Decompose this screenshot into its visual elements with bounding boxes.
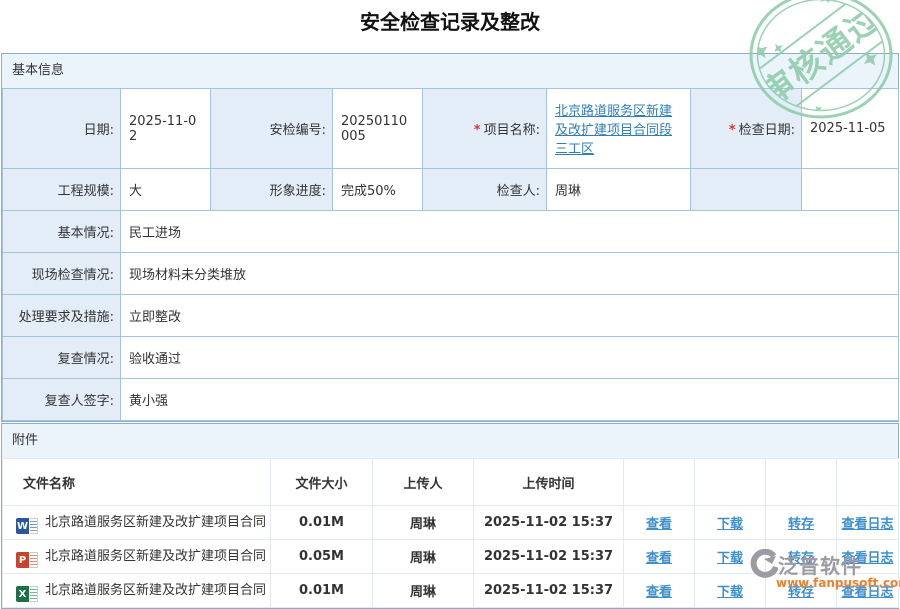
basic-info-section-header: 基本信息 <box>2 54 898 88</box>
field-value-site-inspection: 现场材料未分类堆放 <box>121 253 899 295</box>
basic-info-row: 工程规模:大形象进度:完成50%检查人:周琳 <box>3 169 899 211</box>
field-label-measures: 处理要求及措施: <box>3 295 121 337</box>
field-value-review-signature: 黄小强 <box>121 379 899 421</box>
field-value-inspection-no: 20250110005 <box>333 89 423 169</box>
attachment-file-size: 0.05M <box>271 540 373 574</box>
attachment-upload-time: 2025-11-02 15:37 <box>474 574 624 608</box>
field-label-inspection-no: 安检编号: <box>211 89 333 169</box>
project-name-link[interactable]: 北京路道服务区新建及改扩建项目合同段三工区 <box>555 104 672 157</box>
field-value-measures: 立即整改 <box>121 295 899 337</box>
attachment-action-cell: 转存 <box>766 540 837 574</box>
attachments-section-header: 附件 <box>2 424 898 458</box>
word-file-icon: W <box>16 518 38 534</box>
basic-info-row: 复查人签字:黄小强 <box>3 379 899 421</box>
attachment-action-cell: 下载 <box>695 540 766 574</box>
required-marker: * <box>474 123 481 138</box>
save-as-link[interactable]: 转存 <box>788 551 814 566</box>
field-label-date: 日期: <box>3 89 121 169</box>
ppt-file-icon: P <box>16 552 38 568</box>
field-value-inspector: 周琳 <box>547 169 691 211</box>
attachments-col-header-empty <box>695 459 766 506</box>
attachments-col-header: 上传人 <box>373 459 474 506</box>
attachments-table: 文件名称文件大小上传人上传时间 W北京路道服务区新建及改扩建项目合同0.01M周… <box>2 458 899 608</box>
view-link[interactable]: 查看 <box>646 585 672 600</box>
save-as-link[interactable]: 转存 <box>788 585 814 600</box>
download-link[interactable]: 下载 <box>717 585 743 600</box>
attachment-file-name: W北京路道服务区新建及改扩建项目合同 <box>3 506 271 540</box>
field-label-progress: 形象进度: <box>211 169 333 211</box>
file-icon-letter: W <box>16 518 29 534</box>
attachment-action-cell: 查看 <box>624 506 695 540</box>
file-icon-page <box>30 518 38 534</box>
attachments-col-header-empty <box>624 459 695 506</box>
attachment-action-cell: 查看 <box>624 540 695 574</box>
attachment-action-cell: 下载 <box>695 506 766 540</box>
attachment-action-cell: 查看日志 <box>837 506 899 540</box>
basic-info-row: 基本情况:民工进场 <box>3 211 899 253</box>
field-value-inspection-date: 2025-11-05 <box>802 89 899 169</box>
field-value-basic-situation: 民工进场 <box>121 211 899 253</box>
attachment-file-name: P北京路道服务区新建及改扩建项目合同 <box>3 540 271 574</box>
attachments-section: 附件 文件名称文件大小上传人上传时间 W北京路道服务区新建及改扩建项目合同0.0… <box>1 423 899 609</box>
attachment-action-cell: 查看日志 <box>837 540 899 574</box>
field-label-basic-situation: 基本情况: <box>3 211 121 253</box>
basic-info-row: 复查情况:验收通过 <box>3 337 899 379</box>
view-link[interactable]: 查看 <box>646 551 672 566</box>
basic-info-table: 日期:2025-11-02安检编号:20250110005*项目名称:北京路道服… <box>2 88 899 421</box>
attachments-col-header: 文件名称 <box>3 459 271 506</box>
field-value-progress: 完成50% <box>333 169 423 211</box>
field-label-inspection-date: *检查日期: <box>691 89 802 169</box>
download-link[interactable]: 下载 <box>717 551 743 566</box>
attachment-action-cell: 查看日志 <box>837 574 899 608</box>
field-label-blank <box>691 169 802 211</box>
attachment-file-size: 0.01M <box>271 574 373 608</box>
page-title: 安全检查记录及整改 <box>0 6 900 35</box>
view-log-link[interactable]: 查看日志 <box>841 585 893 600</box>
field-value-blank <box>802 169 899 211</box>
attachment-upload-time: 2025-11-02 15:37 <box>474 540 624 574</box>
field-value-project-name: 北京路道服务区新建及改扩建项目合同段三工区 <box>547 89 691 169</box>
view-log-link[interactable]: 查看日志 <box>841 517 893 532</box>
field-label-inspector: 检查人: <box>423 169 547 211</box>
basic-info-row: 现场检查情况:现场材料未分类堆放 <box>3 253 899 295</box>
field-label-project-scale: 工程规模: <box>3 169 121 211</box>
attachments-col-header-empty <box>837 459 899 506</box>
view-link[interactable]: 查看 <box>646 517 672 532</box>
file-icon-page <box>30 552 38 568</box>
basic-info-row: 处理要求及措施:立即整改 <box>3 295 899 337</box>
attachment-action-cell: 下载 <box>695 574 766 608</box>
save-as-link[interactable]: 转存 <box>788 517 814 532</box>
field-value-project-scale: 大 <box>121 169 211 211</box>
field-value-review-result: 验收通过 <box>121 337 899 379</box>
field-label-review-signature: 复查人签字: <box>3 379 121 421</box>
attachment-action-cell: 转存 <box>766 574 837 608</box>
required-marker: * <box>729 123 736 138</box>
attachments-header-row: 文件名称文件大小上传人上传时间 <box>3 459 899 506</box>
attachment-action-cell: 转存 <box>766 506 837 540</box>
attachment-row: W北京路道服务区新建及改扩建项目合同0.01M周琳2025-11-02 15:3… <box>3 506 899 540</box>
field-label-project-name: *项目名称: <box>423 89 547 169</box>
attachments-col-header-empty <box>766 459 837 506</box>
attachment-row: P北京路道服务区新建及改扩建项目合同0.05M周琳2025-11-02 15:3… <box>3 540 899 574</box>
attachment-file-name: X北京路道服务区新建及改扩建项目合同 <box>3 574 271 608</box>
view-log-link[interactable]: 查看日志 <box>841 551 893 566</box>
attachment-uploader: 周琳 <box>373 506 474 540</box>
field-label-site-inspection: 现场检查情况: <box>3 253 121 295</box>
download-link[interactable]: 下载 <box>717 517 743 532</box>
basic-info-row: 日期:2025-11-02安检编号:20250110005*项目名称:北京路道服… <box>3 89 899 169</box>
attachment-action-cell: 查看 <box>624 574 695 608</box>
attachment-uploader: 周琳 <box>373 574 474 608</box>
file-icon-letter: P <box>16 552 29 568</box>
attachments-col-header: 文件大小 <box>271 459 373 506</box>
basic-info-section: 基本信息 日期:2025-11-02安检编号:20250110005*项目名称:… <box>1 53 899 422</box>
field-value-date: 2025-11-02 <box>121 89 211 169</box>
field-label-review-result: 复查情况: <box>3 337 121 379</box>
attachment-row: X北京路道服务区新建及改扩建项目合同0.01M周琳2025-11-02 15:3… <box>3 574 899 608</box>
attachment-uploader: 周琳 <box>373 540 474 574</box>
attachment-upload-time: 2025-11-02 15:37 <box>474 506 624 540</box>
attachments-col-header: 上传时间 <box>474 459 624 506</box>
attachment-file-size: 0.01M <box>271 506 373 540</box>
